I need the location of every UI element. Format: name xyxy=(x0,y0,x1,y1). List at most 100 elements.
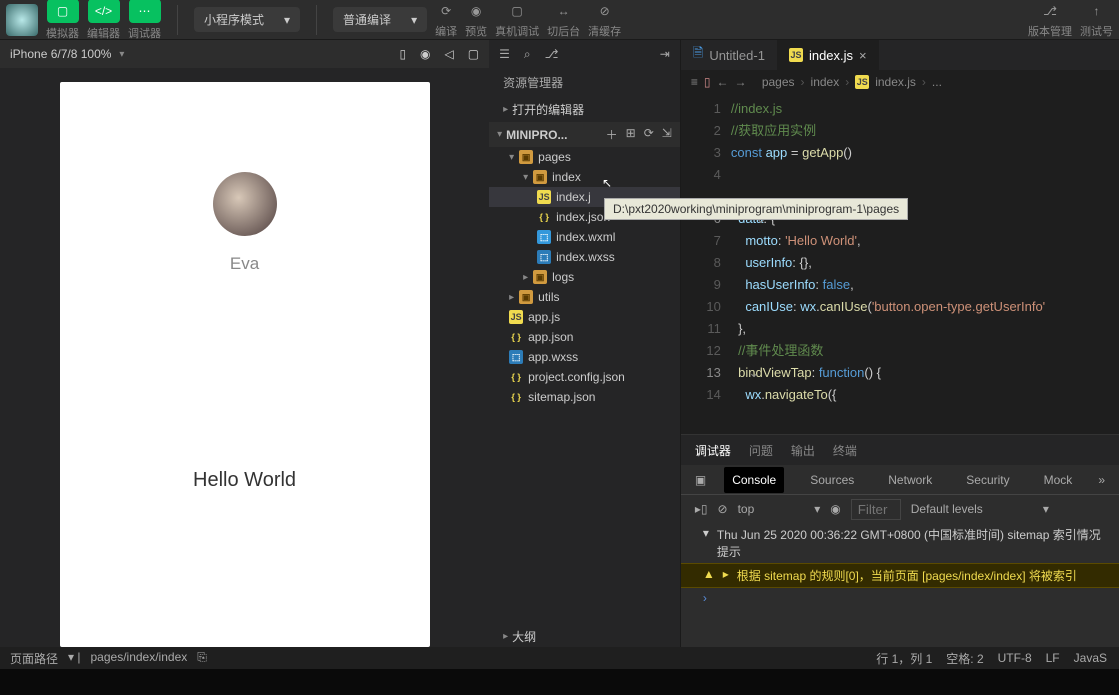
eye-icon[interactable]: ◉ xyxy=(830,502,840,516)
editor-tabs: 🗎Untitled-1 JSindex.js× xyxy=(681,40,1119,70)
os-taskbar xyxy=(0,669,1119,695)
copy-icon[interactable]: ⎘ xyxy=(197,650,207,667)
new-folder-icon[interactable]: ⊞ xyxy=(626,126,636,143)
sidebar-toggle-icon[interactable]: ▸▯ xyxy=(695,502,708,516)
path-tooltip: D:\pxt2020working\miniprogram\miniprogra… xyxy=(604,198,908,220)
mode-dropdown[interactable]: 小程序模式▾ xyxy=(194,7,300,32)
device-selector[interactable]: iPhone 6/7/8 100% xyxy=(10,47,111,61)
compile-icon[interactable]: ⟳ xyxy=(436,1,456,21)
tab-index-js[interactable]: JSindex.js× xyxy=(777,40,879,70)
devtools-sources[interactable]: Sources xyxy=(802,467,862,493)
username-label: Eva xyxy=(230,254,259,274)
tree-folder-logs[interactable]: ▣logs xyxy=(489,267,680,287)
breadcrumb-more[interactable]: ... xyxy=(932,75,942,89)
breadcrumb-index[interactable]: index xyxy=(811,75,840,89)
editor-label: 编辑器 xyxy=(87,25,120,41)
tree-folder-pages[interactable]: ▣pages xyxy=(489,147,680,167)
encoding[interactable]: UTF-8 xyxy=(998,651,1032,665)
code-content[interactable]: //index.js //获取应用实例 const app = getApp()… xyxy=(731,94,1119,434)
devtools-more-icon[interactable]: » xyxy=(1098,473,1105,487)
device-icon[interactable]: ▯ xyxy=(399,47,406,61)
explorer-pane: ☰ ⌕ ⎇ ⇥ 资源管理器 打开的编辑器 MINIPRO... ＋ ⊞ ⟳ ⇲ … xyxy=(489,40,681,674)
tree-file-app-json[interactable]: { }app.json xyxy=(489,327,680,347)
breadcrumb: ≡ ▯ ← → pages› index› JSindex.js› ... xyxy=(681,70,1119,94)
editor-button[interactable]: </> xyxy=(88,0,120,23)
devtools-security[interactable]: Security xyxy=(958,467,1017,493)
open-editors-section[interactable]: 打开的编辑器 xyxy=(489,97,680,122)
tree-folder-utils[interactable]: ▣utils xyxy=(489,287,680,307)
project-header[interactable]: MINIPRO... ＋ ⊞ ⟳ ⇲ xyxy=(489,122,680,147)
close-tab-icon[interactable]: × xyxy=(859,48,867,63)
levels-selector[interactable]: Default levels▾ xyxy=(911,502,1049,516)
line-gutter: 1234 6 ⌄ 789101112 13 ⌄ 14 xyxy=(681,94,731,434)
debugger-label: 调试器 xyxy=(128,25,161,41)
page-path-value[interactable]: pages/index/index xyxy=(91,650,188,667)
background-icon[interactable]: ↔ xyxy=(554,1,574,21)
devtools-network[interactable]: Network xyxy=(880,467,940,493)
tab-untitled[interactable]: 🗎Untitled-1 xyxy=(681,40,777,70)
outline-section[interactable]: 大纲 xyxy=(489,624,680,649)
remote-debug-label: 真机调试 xyxy=(495,23,539,39)
cursor-position[interactable]: 行 1，列 1 xyxy=(876,650,932,667)
list-icon[interactable]: ☰ xyxy=(499,47,510,61)
new-file-icon[interactable]: ＋ xyxy=(606,126,618,143)
language-mode[interactable]: JavaS xyxy=(1074,651,1107,665)
separator xyxy=(177,5,178,35)
pin-icon[interactable]: ⇥ xyxy=(660,47,670,61)
remote-debug-icon[interactable]: ▢ xyxy=(507,1,527,21)
filter-input[interactable] xyxy=(851,499,901,520)
dock-icon[interactable]: ▢ xyxy=(468,47,479,61)
search-icon[interactable]: ⌕ xyxy=(524,47,531,62)
explorer-title: 资源管理器 xyxy=(489,68,680,97)
refresh-icon[interactable]: ⟳ xyxy=(644,126,654,143)
console-output[interactable]: ▾Thu Jun 25 2020 00:36:22 GMT+0800 (中国标准… xyxy=(681,523,1119,649)
tab-problems[interactable]: 问题 xyxy=(749,442,773,459)
debug-pane: 调试器 问题 输出 终端 ▣ Console Sources Network S… xyxy=(681,434,1119,649)
tree-file-project-config[interactable]: { }project.config.json xyxy=(489,367,680,387)
collapse-icon[interactable]: ⇲ xyxy=(662,126,672,143)
forward-icon[interactable]: → xyxy=(734,75,746,89)
console-warning: 根据 sitemap 的规则[0]，当前页面 [pages/index/inde… xyxy=(737,567,1077,584)
debugger-button[interactable]: ⋯ xyxy=(129,0,161,23)
tree-file-index-wxml[interactable]: ⬚index.wxml xyxy=(489,227,680,247)
record-icon[interactable]: ◉ xyxy=(420,47,430,61)
user-avatar-small[interactable] xyxy=(6,4,38,36)
tab-output[interactable]: 输出 xyxy=(791,442,815,459)
tree-folder-index[interactable]: ▣index xyxy=(489,167,680,187)
tree-file-sitemap[interactable]: { }sitemap.json xyxy=(489,387,680,407)
devtools-console[interactable]: Console xyxy=(724,467,784,493)
bookmark-icon[interactable]: ▯ xyxy=(704,75,711,89)
tree-file-index-wxss[interactable]: ⬚index.wxss xyxy=(489,247,680,267)
breadcrumb-pages[interactable]: pages xyxy=(762,75,795,89)
compile-dropdown-label: 普通编译 xyxy=(343,11,391,28)
tab-debugger[interactable]: 调试器 xyxy=(695,442,731,459)
code-editor[interactable]: 1234 6 ⌄ 789101112 13 ⌄ 14 //index.js //… xyxy=(681,94,1119,434)
devtools-tabs: ▣ Console Sources Network Security Mock … xyxy=(681,465,1119,495)
tab-terminal[interactable]: 终端 xyxy=(833,442,857,459)
simulator-pane: iPhone 6/7/8 100% ▯ ◉ ◁ ▢ Eva Hello Worl… xyxy=(0,40,489,674)
phone-screen[interactable]: Eva Hello World xyxy=(60,82,430,647)
eol[interactable]: LF xyxy=(1046,651,1060,665)
devtools-mock[interactable]: Mock xyxy=(1036,467,1081,493)
toggle-icon[interactable]: ≡ xyxy=(691,75,698,89)
preview-icon[interactable]: ◉ xyxy=(466,1,486,21)
simulator-button[interactable]: ▢ xyxy=(47,0,79,23)
breadcrumb-file[interactable]: index.js xyxy=(875,75,916,89)
upload-icon[interactable]: ↑ xyxy=(1087,1,1107,21)
mouse-pointer-icon: ↖ xyxy=(602,176,612,190)
branch-icon[interactable]: ⎇ xyxy=(545,47,559,61)
tree-file-app-js[interactable]: JSapp.js xyxy=(489,307,680,327)
indent-setting[interactable]: 空格: 2 xyxy=(946,650,983,667)
clear-cache-label: 清缓存 xyxy=(588,23,621,39)
version-icon[interactable]: ⎇ xyxy=(1040,1,1060,21)
clear-console-icon[interactable]: ⊘ xyxy=(718,502,728,516)
compile-dropdown[interactable]: 普通编译▾ xyxy=(333,7,427,32)
back-icon[interactable]: ← xyxy=(716,75,728,89)
context-selector[interactable]: top▾ xyxy=(738,502,821,516)
mute-icon[interactable]: ◁ xyxy=(445,47,454,61)
background-label: 切后台 xyxy=(547,23,580,39)
simulator-toolbar: iPhone 6/7/8 100% ▯ ◉ ◁ ▢ xyxy=(0,40,489,68)
clear-cache-icon[interactable]: ⊘ xyxy=(595,1,615,21)
inspect-icon[interactable]: ▣ xyxy=(695,473,706,487)
tree-file-app-wxss[interactable]: ⬚app.wxss xyxy=(489,347,680,367)
